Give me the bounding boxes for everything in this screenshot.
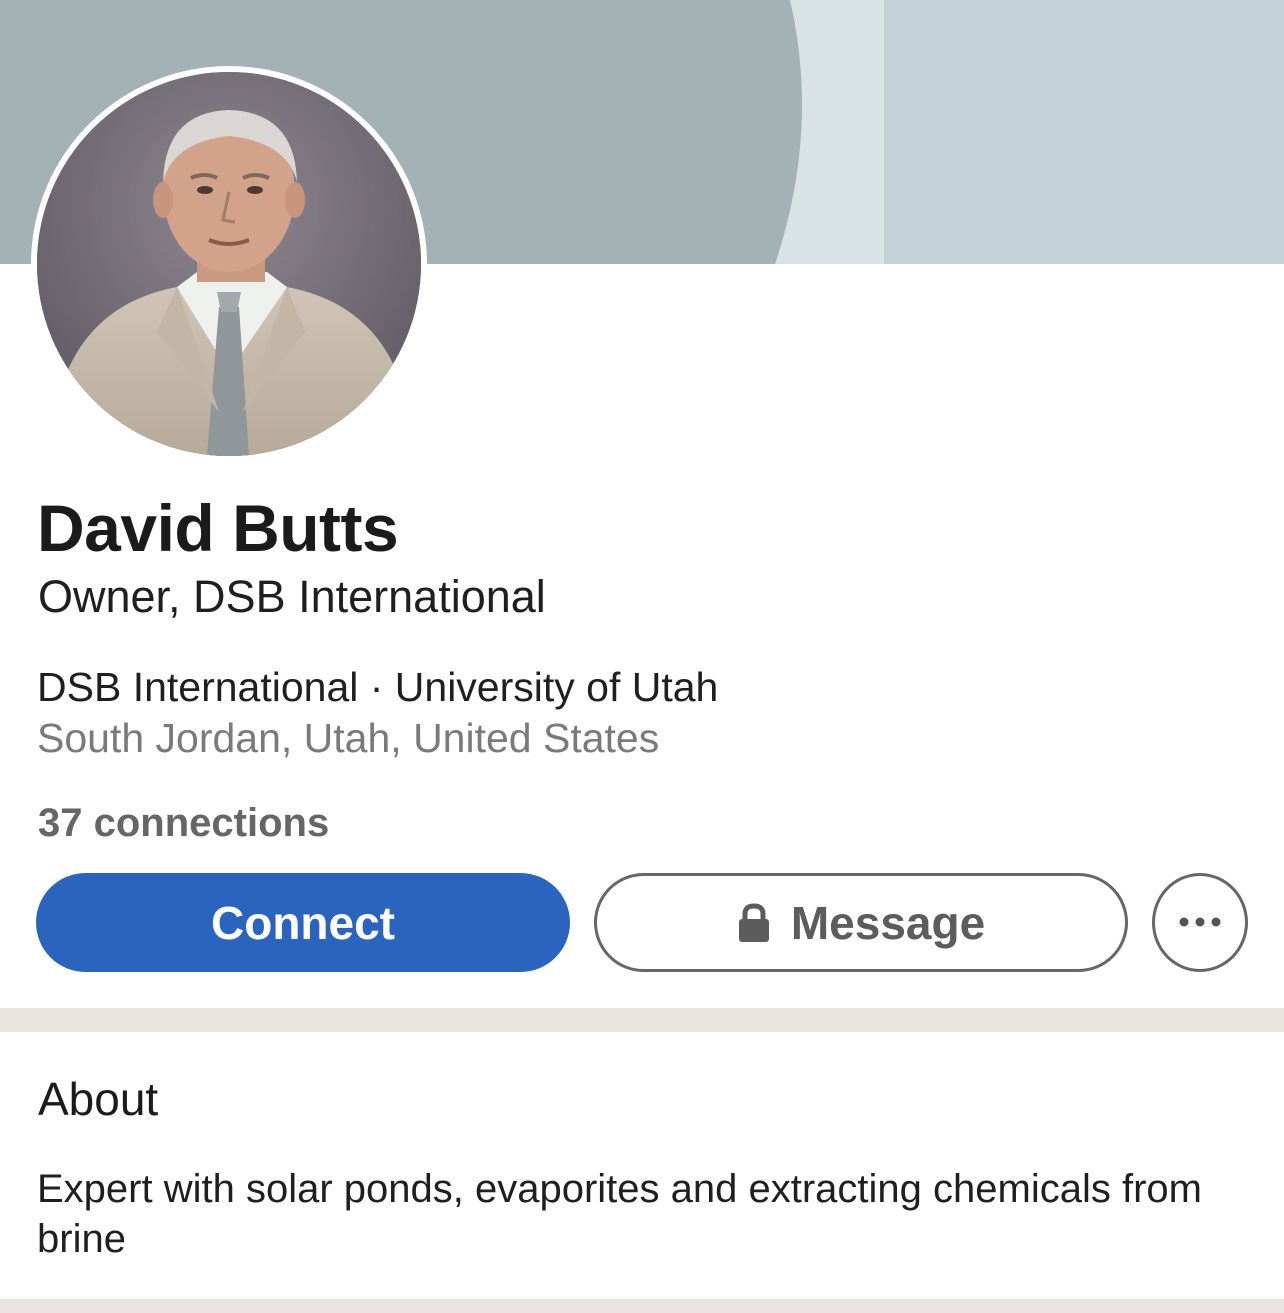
message-button-label: Message	[790, 896, 986, 949]
connect-button[interactable]: Connect	[36, 873, 570, 972]
about-section: About Expert with solar ponds, evaporite…	[0, 1032, 1284, 1299]
more-horizontal-icon	[1179, 914, 1221, 932]
about-title: About	[38, 1073, 159, 1125]
connect-button-label: Connect	[211, 896, 395, 949]
lock-icon	[737, 902, 771, 943]
connections-count[interactable]: 37 connections	[38, 801, 329, 846]
profile-headline: Owner, DSB International	[38, 571, 546, 622]
profile-location: South Jordan, Utah, United States	[37, 715, 660, 761]
profile-avatar[interactable]	[31, 66, 427, 462]
message-button[interactable]: Message	[594, 873, 1128, 972]
more-options-button[interactable]	[1152, 873, 1248, 972]
avatar-photo	[37, 72, 421, 456]
profile-name: David Butts	[37, 491, 399, 565]
about-text: Expert with solar ponds, evaporites and …	[37, 1167, 1202, 1261]
profile-card: David Butts Owner, DSB International DSB…	[0, 0, 1284, 1008]
profile-org-line[interactable]: DSB International · University of Utah	[37, 664, 718, 711]
